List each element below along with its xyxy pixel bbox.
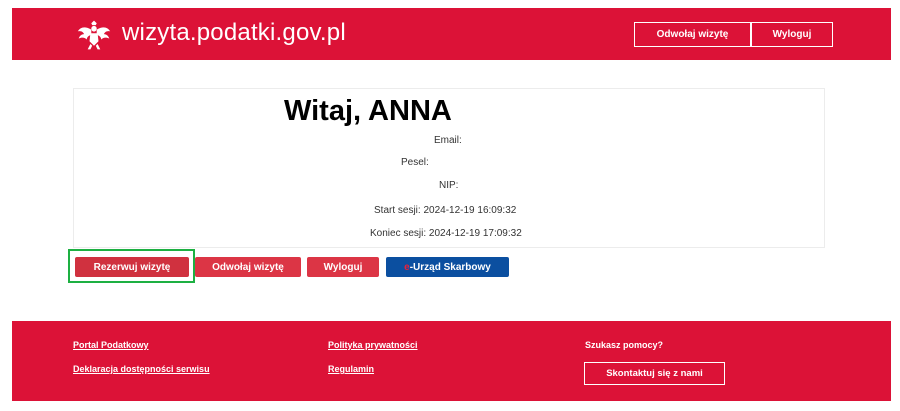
user-info-card: Witaj, ANNA Email: Pesel: NIP: Start ses… <box>73 88 825 248</box>
site-header: wizyta.podatki.gov.pl Odwołaj wizytę Wyl… <box>12 8 891 60</box>
footer-link-terms[interactable]: Regulamin <box>328 364 374 374</box>
email-label: Email: <box>434 135 462 146</box>
footer-link-privacy-policy[interactable]: Polityka prywatności <box>328 340 418 350</box>
header-logout-button[interactable]: Wyloguj <box>751 22 833 47</box>
nip-label: NIP: <box>439 180 459 191</box>
footer-link-tax-portal[interactable]: Portal Podatkowy <box>73 340 149 350</box>
contact-us-button[interactable]: Skontaktuj się z nami <box>584 362 725 385</box>
footer-link-accessibility[interactable]: Deklaracja dostępności serwisu <box>73 364 210 374</box>
office-label: -Urząd Skarbowy <box>409 261 491 273</box>
site-title[interactable]: wizyta.podatki.gov.pl <box>122 19 346 47</box>
logout-button[interactable]: Wyloguj <box>307 257 379 277</box>
pesel-label: Pesel: <box>401 157 429 168</box>
header-cancel-visit-button[interactable]: Odwołaj wizytę <box>634 22 751 47</box>
cancel-visit-button[interactable]: Odwołaj wizytę <box>195 257 301 277</box>
site-footer: Portal Podatkowy Deklaracja dostępności … <box>12 321 891 401</box>
polish-eagle-icon <box>77 20 111 50</box>
e-tax-office-button[interactable]: e -Urząd Skarbowy <box>386 257 509 277</box>
reserve-visit-button[interactable]: Rezerwuj wizytę <box>75 257 189 277</box>
session-end: Koniec sesji: 2024-12-19 17:09:32 <box>370 228 522 239</box>
greeting-heading: Witaj, ANNA <box>284 95 452 127</box>
help-title: Szukasz pomocy? <box>585 340 664 350</box>
session-start: Start sesji: 2024-12-19 16:09:32 <box>374 205 517 216</box>
